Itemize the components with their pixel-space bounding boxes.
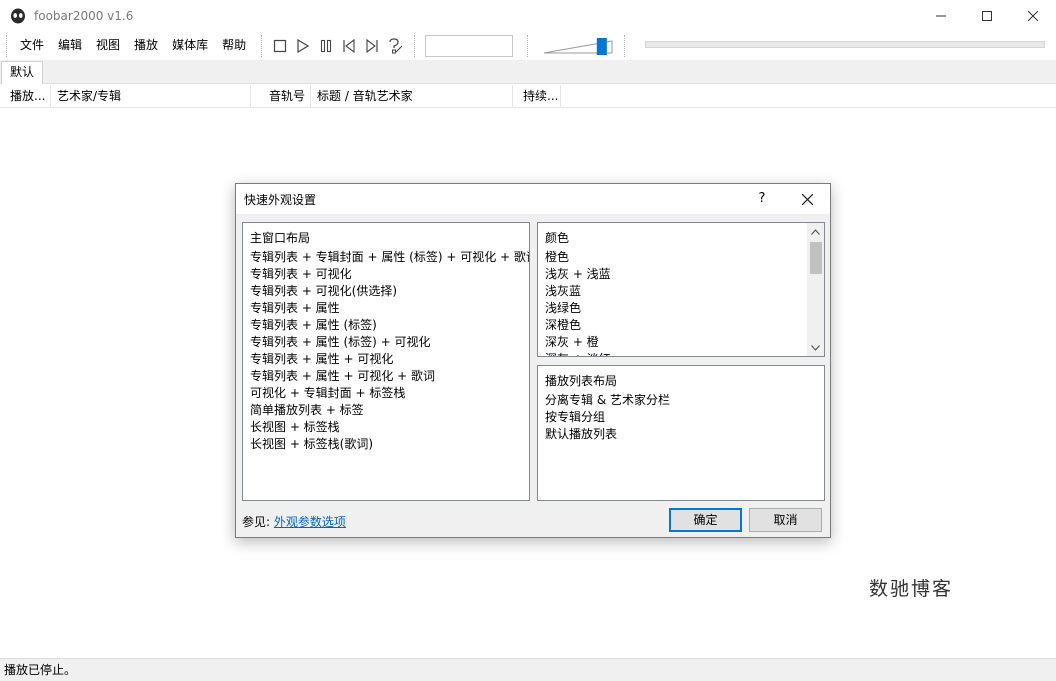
toolbar-grip[interactable] [624,34,627,57]
layout-option[interactable]: 专辑列表 + 属性 + 可视化 + 歌词 [243,368,529,385]
toolbar-grip[interactable] [414,34,417,57]
menu-edit[interactable]: 编辑 [51,31,89,60]
stop-button[interactable] [268,35,291,57]
playlist-layout-option[interactable]: 分离专辑 & 艺术家分栏 [538,392,824,409]
title-bar: foobar2000 v1.6 [0,0,1056,31]
color-option[interactable]: 深灰 + 橙 [538,334,824,351]
foobar-logo-icon [11,8,25,23]
color-option[interactable]: 浅灰蓝 [538,283,824,300]
menu-view[interactable]: 视图 [89,31,127,60]
menu-library[interactable]: 媒体库 [165,31,215,60]
play-button[interactable] [291,35,314,57]
close-icon [1028,10,1038,21]
maximize-button[interactable] [964,0,1010,31]
column-title-artist[interactable]: 标题 / 音轨艺术家 [311,85,513,108]
pause-icon [320,39,331,52]
previous-icon [342,38,355,53]
layout-option[interactable]: 长视图 + 标签栈(歌词) [243,436,529,453]
menu-help[interactable]: 帮助 [215,31,253,60]
menu-bar: 文件 编辑 视图 播放 媒体库 帮助 [13,31,253,60]
layout-option[interactable]: 专辑列表 + 属性 [243,300,529,317]
cancel-button[interactable]: 取消 [749,508,822,532]
list-header: 颜色 [545,231,570,245]
play-icon [296,38,309,53]
window-title: foobar2000 v1.6 [34,8,134,23]
list-header: 播放列表布局 [545,374,618,388]
minimize-icon [936,15,946,16]
maximize-icon [982,10,992,21]
layout-option[interactable]: 专辑列表 + 可视化 [243,266,529,283]
see-also-label: 参见: [242,515,271,529]
column-duration[interactable]: 持续... [513,85,561,108]
dialog-title: 快速外观设置 [244,193,317,207]
column-track-number[interactable]: 音轨号 [251,85,311,108]
playlist-tabs: 默认 [0,60,1056,84]
next-button[interactable] [360,35,383,57]
volume-wedge-icon [544,37,613,55]
see-also: 参见: 外观参数选项 [242,513,346,530]
seek-display[interactable] [425,34,514,57]
appearance-preferences-link[interactable]: 外观参数选项 [274,515,346,529]
layout-option[interactable]: 简单播放列表 + 标签 [243,402,529,419]
volume-slider[interactable] [542,35,618,57]
column-playing[interactable]: 播放... [4,85,51,108]
layout-option[interactable]: 长视图 + 标签栈 [243,419,529,436]
playlist-layout-option[interactable]: 按专辑分组 [538,409,824,426]
playlist-layout-list[interactable]: 播放列表布局 分离专辑 & 艺术家分栏 按专辑分组 默认播放列表 [537,365,825,501]
toolbar-grip[interactable] [6,34,9,57]
layout-option[interactable]: 专辑列表 + 专辑封面 + 属性 (标签) + 可视化 + 歌词 [243,249,529,266]
scroll-thumb[interactable] [810,242,822,274]
close-button[interactable] [1010,0,1056,31]
ok-button[interactable]: 确定 [669,508,742,532]
layout-option[interactable]: 专辑列表 + 可视化(供选择) [243,283,529,300]
main-layout-list[interactable]: 主窗口布局 专辑列表 + 专辑封面 + 属性 (标签) + 可视化 + 歌词 专辑… [242,222,530,501]
playlist-layout-option[interactable]: 默认播放列表 [538,426,824,443]
menu-playback[interactable]: 播放 [127,31,165,60]
layout-option[interactable]: 专辑列表 + 属性 + 可视化 [243,351,529,368]
help-button[interactable]: ? [747,188,777,210]
layout-option[interactable]: 专辑列表 + 属性 (标签) [243,317,529,334]
layout-option[interactable]: 可视化 + 专辑封面 + 标签栈 [243,385,529,402]
seekbar[interactable] [645,41,1045,48]
scroll-down-button[interactable] [807,339,824,356]
colors-scrollbar[interactable] [807,223,824,356]
dialog-close-button[interactable] [792,188,822,210]
dialog-title-bar: 快速外观设置 ? [236,184,830,214]
minimize-button[interactable] [918,0,964,31]
stop-icon [273,39,286,52]
chevron-down-icon [811,344,820,351]
tab-default[interactable]: 默认 [1,61,44,84]
quick-appearance-dialog: 快速外观设置 ? 主窗口布局 专辑列表 + 专辑封面 + 属性 (标签) + 可… [235,183,831,538]
toolbar-grip[interactable] [527,34,530,57]
list-header: 主窗口布局 [250,231,311,245]
previous-button[interactable] [337,35,360,57]
random-button[interactable] [383,35,406,57]
color-option[interactable]: 浅绿色 [538,300,824,317]
random-icon [388,37,402,53]
close-icon [801,193,813,205]
chevron-up-icon [811,228,820,235]
color-option[interactable]: 深灰 + 淡红 [538,351,824,356]
volume-thumb [596,37,607,55]
layout-option[interactable]: 专辑列表 + 属性 (标签) + 可视化 [243,334,529,351]
color-option[interactable]: 深橙色 [538,317,824,334]
playlist-column-header: 播放... 艺术家/专辑 音轨号 标题 / 音轨艺术家 持续... [0,85,1056,108]
colors-list[interactable]: 颜色 橙色浅灰 + 浅蓝浅灰蓝浅绿色深橙色深灰 + 橙深灰 + 淡红 [537,222,825,357]
scroll-up-button[interactable] [807,223,824,240]
pause-button[interactable] [314,35,337,57]
toolbar-grip[interactable] [261,34,264,57]
status-bar: 播放已停止。 [0,658,1056,681]
next-icon [366,38,378,53]
watermark-text: 数驰博客 [869,578,954,600]
color-option[interactable]: 橙色 [538,249,824,266]
color-option[interactable]: 浅灰 + 浅蓝 [538,266,824,283]
column-artist-album[interactable]: 艺术家/专辑 [51,85,251,108]
menu-file[interactable]: 文件 [13,31,51,60]
